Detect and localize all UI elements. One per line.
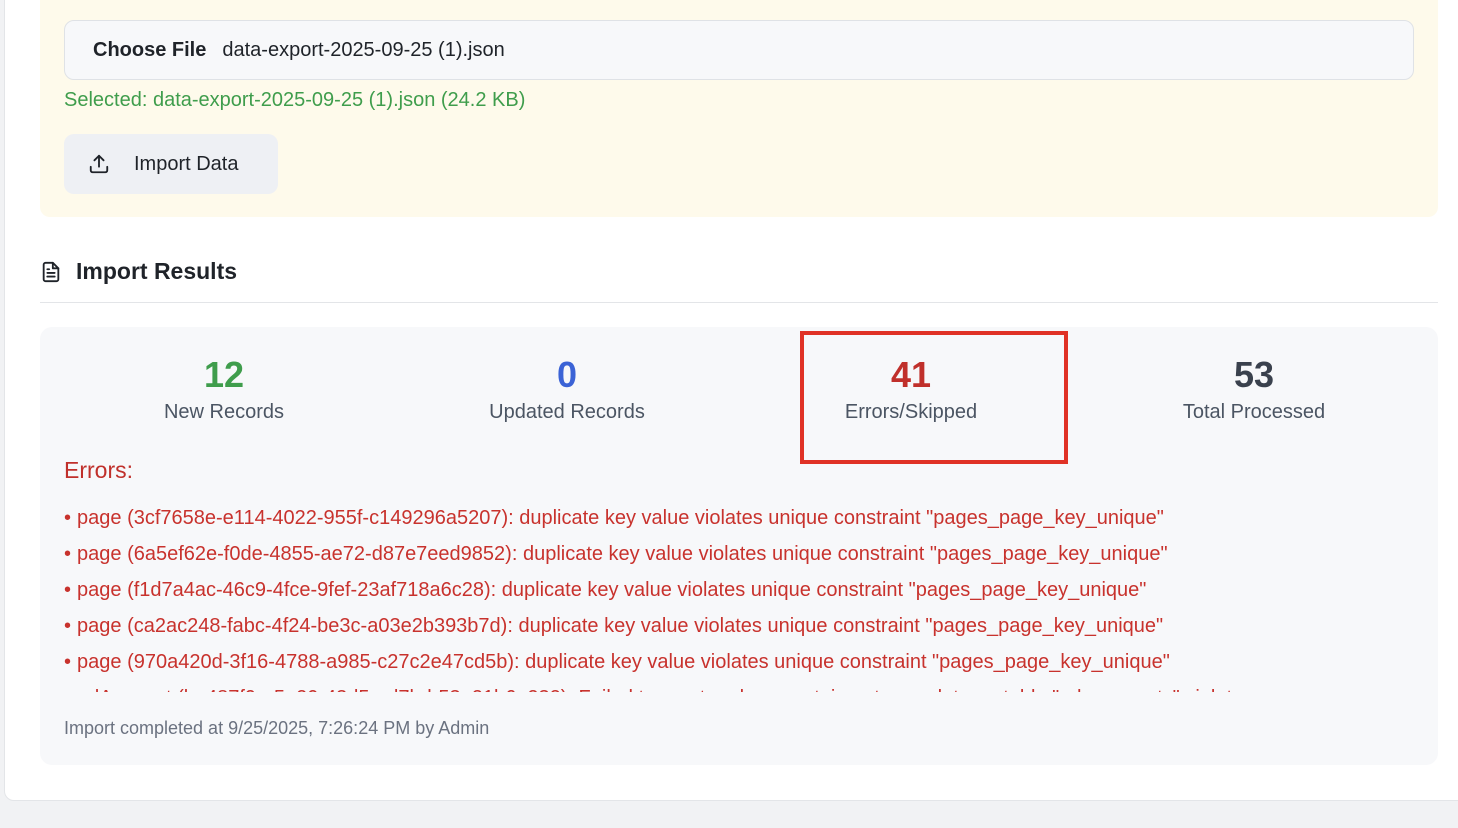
upload-icon [89, 154, 109, 174]
stat-value: 12 [203, 354, 245, 395]
errors-title: Errors: [64, 457, 133, 483]
stat-value: 0 [556, 354, 578, 395]
error-item: adAccount (be487f9e-5e20-43d5-ad7b-b53e2… [64, 680, 1414, 692]
stat-updated-records: 0 Updated Records [395, 353, 739, 424]
import-data-button[interactable]: Import Data [64, 134, 278, 194]
results-header: Import Results [40, 258, 237, 285]
results-title: Import Results [76, 258, 238, 284]
selected-file-info: Selected: data-export-2025-09-25 (1).jso… [64, 89, 526, 111]
stat-value: 53 [1233, 354, 1275, 395]
error-item: page (3cf7658e-e114-4022-955f-c149296a52… [64, 500, 1414, 536]
import-data-label: Import Data [134, 152, 239, 175]
selected-file-name: data-export-2025-09-25 (1).json [222, 38, 505, 61]
stat-label: Updated Records [489, 401, 645, 423]
errors-list[interactable]: page (3cf7658e-e114-4022-955f-c149296a52… [64, 500, 1414, 692]
stat-total-processed: 53 Total Processed [1082, 353, 1426, 424]
stat-label: Total Processed [1182, 401, 1326, 423]
stat-label: New Records [163, 401, 285, 423]
error-item: page (f1d7a4ac-46c9-4fce-9fef-23af718a6c… [64, 572, 1414, 608]
error-item: page (970a420d-3f16-4788-a985-c27c2e47cd… [64, 644, 1414, 680]
divider [40, 302, 1438, 303]
choose-file-button[interactable]: Choose File [93, 39, 206, 62]
highlight-box [800, 331, 1068, 464]
error-item: page (ca2ac248-fabc-4f24-be3c-a03e2b393b… [64, 608, 1414, 644]
document-icon [42, 261, 60, 282]
file-input[interactable]: Choose File data-export-2025-09-25 (1).j… [64, 20, 1414, 80]
error-item: page (6a5ef62e-f0de-4855-ae72-d87e7eed98… [64, 536, 1414, 572]
stat-new-records: 12 New Records [52, 353, 396, 424]
import-completed-text: Import completed at 9/25/2025, 7:26:24 P… [64, 718, 490, 738]
